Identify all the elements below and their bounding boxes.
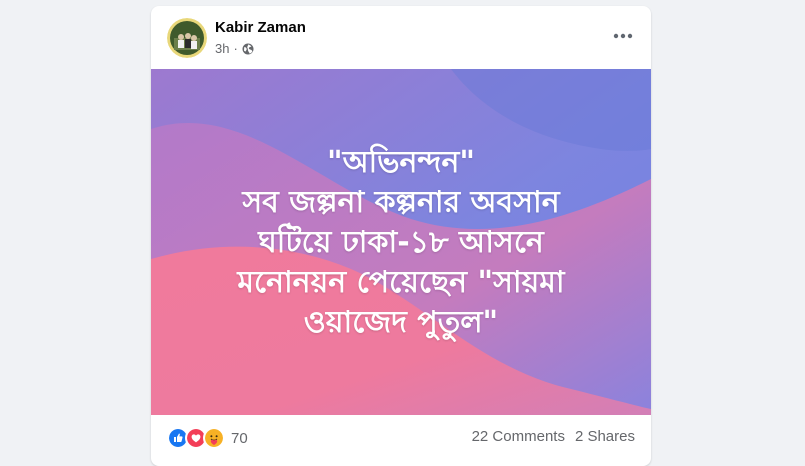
post-meta: 3h · [215, 41, 254, 56]
post-image-text: "অভিনন্দন" সব জল্পনা কল্পনার অবসান ঘটিয়… [151, 143, 651, 343]
post-footer: 70 22 Comments 2 Shares [151, 415, 651, 459]
author-avatar[interactable] [167, 18, 207, 58]
post-time[interactable]: 3h [215, 41, 229, 56]
image-text-line-4: মনোনয়ন পেয়েছেন "সায়মা [237, 265, 565, 300]
image-text-line-2: সব জল্পনা কল্পনার অবসান [242, 185, 560, 220]
meta-separator: · [233, 41, 238, 56]
post-stats: 22 Comments 2 Shares [472, 428, 635, 445]
image-text-line-3: ঘটিয়ে ঢাকা-১৮ আসনে [258, 225, 544, 260]
reaction-count: 70 [231, 429, 248, 447]
care-icon [203, 427, 225, 449]
globe-icon [242, 43, 254, 54]
reactions-summary[interactable]: 70 [167, 427, 248, 449]
comments-count-link[interactable]: 22 Comments [472, 428, 565, 445]
image-text-line-5: ওয়াজেদ পুতুল" [303, 305, 499, 340]
more-options-button[interactable] [605, 18, 641, 54]
avatar-image [167, 18, 207, 58]
post-image[interactable]: "অভিনন্দন" সব জল্পনা কল্পনার অবসান ঘটিয়… [151, 69, 651, 415]
post-header: Kabir Zaman 3h · [151, 6, 651, 68]
post-card: Kabir Zaman 3h · "অভিনন্দন" সব জল্পনা কল… [151, 6, 651, 466]
author-name[interactable]: Kabir Zaman [215, 19, 306, 36]
shares-count-link[interactable]: 2 Shares [575, 428, 635, 445]
more-options-icon [613, 33, 633, 39]
image-text-line-1: "অভিনন্দন" [326, 145, 476, 180]
